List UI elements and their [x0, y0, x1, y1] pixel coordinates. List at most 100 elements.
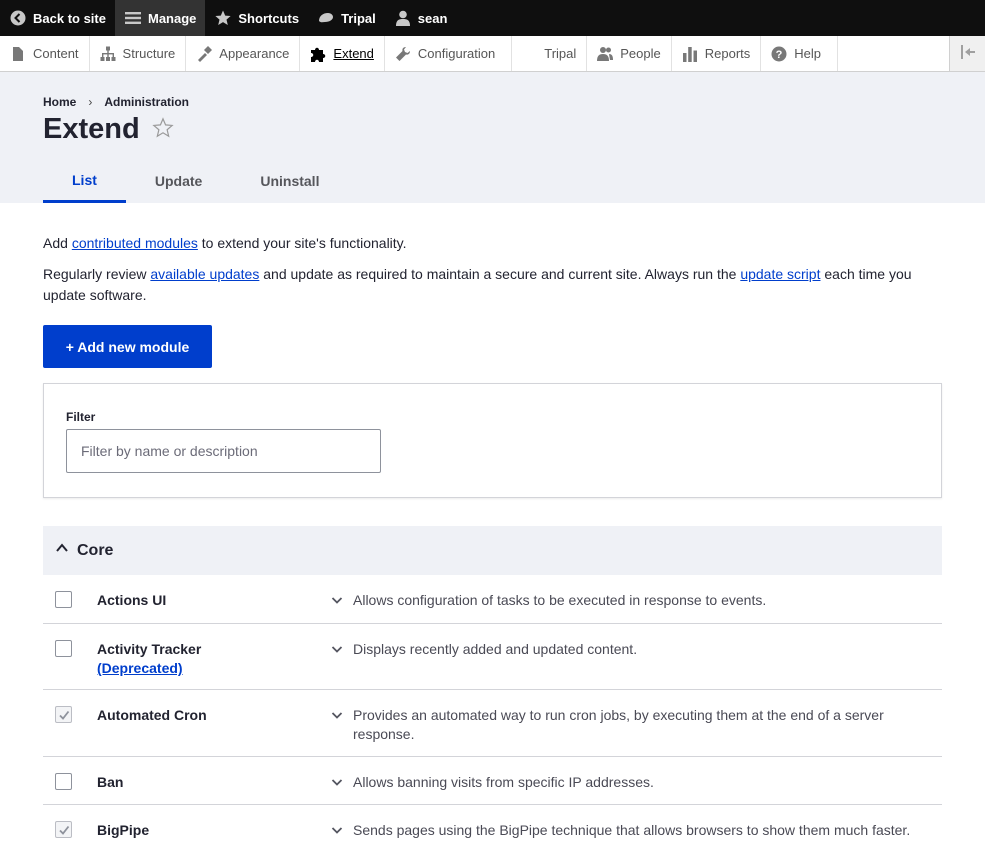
module-name-label: Actions UI	[97, 592, 167, 608]
menu-icon	[124, 9, 142, 27]
deprecated-link[interactable]: (Deprecated)	[97, 659, 331, 678]
tab-update[interactable]: Update	[126, 159, 231, 203]
tab-uninstall[interactable]: Uninstall	[231, 159, 348, 203]
update-script-link[interactable]: update script	[740, 266, 820, 282]
tab-list[interactable]: List	[43, 159, 126, 203]
chevron-down-icon[interactable]	[331, 706, 353, 756]
page-icon	[10, 46, 26, 62]
module-description: Sends pages using the BigPipe technique …	[353, 822, 911, 838]
module-checkbox[interactable]	[55, 640, 72, 657]
chevron-down-icon[interactable]	[331, 773, 353, 804]
tray-item-label: Configuration	[417, 46, 496, 61]
updates-paragraph: Regularly review available updates and u…	[43, 264, 942, 306]
breadcrumb-administration[interactable]: Administration	[104, 95, 189, 109]
module-description: Allows configuration of tasks to be exec…	[353, 592, 767, 608]
manage-tab[interactable]: Manage	[114, 0, 206, 36]
module-row: Actions UI Allows configuration of tasks…	[43, 575, 942, 624]
intro-paragraph: Add contributed modules to extend your s…	[43, 234, 942, 252]
manage-label: Manage	[147, 10, 197, 26]
module-checkbox[interactable]	[55, 821, 72, 838]
add-new-module-button[interactable]: + Add new module	[43, 325, 212, 368]
module-row: Activity Tracker (Deprecated) Displays re…	[43, 624, 942, 690]
filter-input[interactable]: Filter by name or description	[66, 429, 381, 473]
admin-toolbar: Back to site Manage Shortcuts Tripal sea…	[0, 0, 985, 36]
module-description: Provides an automated way to run cron jo…	[353, 707, 884, 742]
collapse-arrow-icon	[960, 44, 976, 63]
module-name-label: Ban	[97, 774, 124, 790]
module-name: Activity Tracker (Deprecated)	[97, 640, 331, 689]
module-checkbox[interactable]	[55, 591, 72, 608]
tray-item-label: Structure	[122, 46, 176, 61]
wrench-icon	[395, 46, 411, 62]
chevron-down-icon[interactable]	[331, 640, 353, 689]
checkmark-icon	[58, 710, 69, 720]
chevron-down-icon[interactable]	[331, 821, 353, 857]
module-description: Allows banning visits from specific IP a…	[353, 774, 654, 790]
chevron-down-icon[interactable]	[331, 591, 353, 623]
updates-text: and update as required to maintain a sec…	[259, 266, 741, 282]
tray-item-tripal[interactable]: Tripal	[512, 36, 588, 71]
intro-text: Add	[43, 235, 72, 251]
tripal-label: Tripal	[341, 10, 376, 26]
module-row: Automated Cron Provides an automated way…	[43, 690, 942, 757]
core-package: Core Actions UI Allows configuration of …	[43, 526, 942, 857]
tray-item-label: Extend	[333, 46, 374, 61]
core-summary[interactable]: Core	[43, 526, 942, 575]
tray-item-label: Reports	[704, 46, 751, 61]
user-label: sean	[417, 10, 448, 26]
updates-text: Regularly review	[43, 266, 151, 282]
star-icon	[214, 9, 232, 27]
checkmark-icon	[58, 825, 69, 835]
tray-item-reports[interactable]: Reports	[672, 36, 762, 71]
module-name: Ban	[97, 773, 331, 804]
tray-item-extend[interactable]: Extend	[300, 36, 385, 71]
admin-tray: Content Structure Appearance Extend Conf…	[0, 36, 985, 72]
tray-item-label: Appearance	[219, 46, 290, 61]
breadcrumb-separator: ›	[88, 95, 93, 109]
module-row: BigPipe Sends pages using the BigPipe te…	[43, 805, 942, 857]
contributed-modules-link[interactable]: contributed modules	[72, 235, 198, 251]
shortcut-star-icon[interactable]	[152, 117, 174, 142]
chevron-up-icon	[55, 541, 69, 560]
filter-label: Filter	[66, 410, 96, 424]
tray-item-help[interactable]: ? Help	[761, 36, 839, 71]
module-name: Actions UI	[97, 591, 331, 623]
page-header: Home › Administration Extend List Update…	[0, 72, 985, 203]
back-to-site-label: Back to site	[33, 10, 106, 26]
core-summary-label: Core	[77, 541, 114, 559]
shortcuts-tab[interactable]: Shortcuts	[205, 0, 308, 36]
primary-tabs: List Update Uninstall	[43, 159, 348, 203]
tray-item-configuration[interactable]: Configuration	[385, 36, 513, 71]
bar-chart-icon	[682, 46, 698, 62]
module-checkbox[interactable]	[55, 706, 72, 723]
breadcrumb-home[interactable]: Home	[43, 95, 76, 109]
user-tab[interactable]: sean	[385, 0, 457, 36]
module-row: Ban Allows banning visits from specific …	[43, 757, 942, 805]
module-name-label: Automated Cron	[97, 707, 207, 723]
module-checkbox[interactable]	[55, 773, 72, 790]
tripal-tab[interactable]: Tripal	[308, 0, 385, 36]
module-name: BigPipe	[97, 821, 331, 857]
back-arrow-icon	[9, 9, 27, 27]
user-icon	[394, 9, 412, 27]
tray-item-content[interactable]: Content	[0, 36, 90, 71]
module-name-label: Activity Tracker	[97, 641, 202, 657]
tray-item-label: Content	[33, 46, 79, 61]
tripal-logo-icon	[317, 9, 335, 27]
tray-item-structure[interactable]: Structure	[90, 36, 187, 71]
main-content: Add contributed modules to extend your s…	[0, 234, 985, 857]
intro-text: to extend your site's functionality.	[197, 235, 407, 251]
puzzle-icon	[310, 46, 326, 62]
people-icon	[597, 46, 614, 62]
tray-item-appearance[interactable]: Appearance	[186, 36, 301, 71]
filter-panel: Filter Filter by name or description	[43, 383, 942, 498]
back-to-site-link[interactable]: Back to site	[0, 0, 115, 36]
tray-orientation-toggle[interactable]	[949, 36, 985, 71]
module-name-label: BigPipe	[97, 822, 150, 838]
svg-text:?: ?	[776, 49, 783, 61]
tray-item-label: People	[620, 46, 661, 61]
module-description: Displays recently added and updated cont…	[353, 641, 638, 657]
available-updates-link[interactable]: available updates	[150, 266, 259, 282]
tray-item-people[interactable]: People	[587, 36, 672, 71]
tray-item-label: Tripal	[544, 46, 577, 61]
